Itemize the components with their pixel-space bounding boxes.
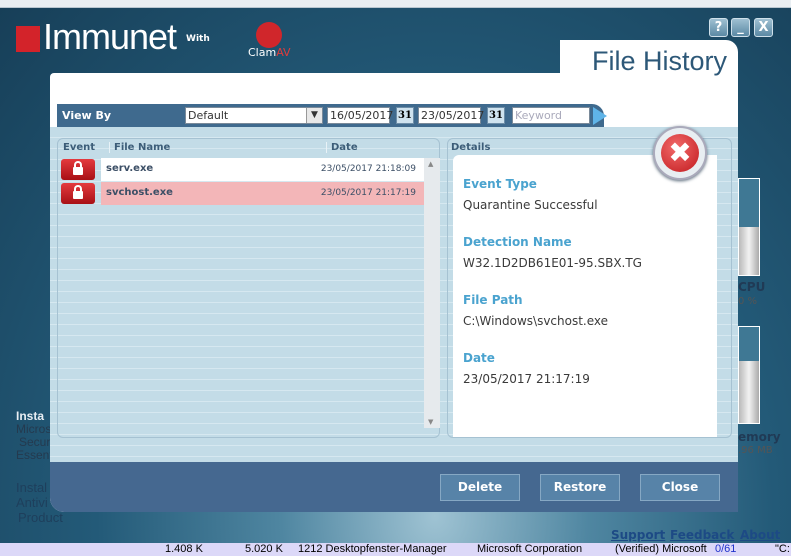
process-cell: 1.408 K (165, 543, 203, 555)
process-cell: "C: (775, 543, 790, 555)
calendar-to-icon[interactable]: 31 (487, 107, 505, 124)
process-cell: 0/61 (715, 543, 737, 555)
detail-label: Event Type (463, 177, 537, 191)
dialog-body: Event File Name Date serv.exe 23/05/2017… (50, 127, 738, 462)
immunet-logo-mark-icon (16, 26, 40, 52)
logo-with: With (186, 34, 210, 44)
close-dialog-button[interactable]: ✖ (653, 126, 707, 180)
process-cell: (Verified) Microsoft (615, 543, 707, 555)
memory-meter-fill (739, 360, 759, 423)
close-x-icon: ✖ (661, 134, 699, 172)
support-link[interactable]: Support (611, 528, 665, 542)
view-by-select[interactable]: Default ▼ (185, 107, 323, 124)
process-row[interactable]: 1.408 K 5.020 K 1212 Desktopfenster-Mana… (0, 543, 791, 556)
cpu-label: CPU (738, 280, 766, 294)
detail-label: Detection Name (463, 235, 572, 249)
view-by-label: View By (62, 109, 112, 122)
keyword-input[interactable]: Keyword (512, 107, 590, 124)
clamav-logo: ClamAV (248, 22, 291, 60)
help-button[interactable]: ? (709, 18, 728, 37)
detail-label: Date (463, 351, 495, 365)
process-cell: Microsoft Corporation (477, 543, 583, 555)
chevron-down-icon[interactable]: ▼ (306, 108, 322, 123)
dialog-footer: Delete Restore Close (50, 462, 738, 512)
column-header-date[interactable]: Date (326, 142, 358, 153)
column-header-event[interactable]: Event (63, 142, 95, 153)
immunet-logo: Immunet With (16, 16, 210, 57)
detail-value: Quarantine Successful (463, 198, 598, 212)
about-link[interactable]: About (740, 528, 780, 542)
scroll-down-icon[interactable]: ▼ (428, 418, 433, 426)
quarantine-lock-icon (61, 159, 95, 180)
clamav-text: Clam (248, 46, 277, 59)
quarantine-lock-icon (61, 183, 95, 204)
view-by-value: Default (188, 109, 229, 122)
close-window-button[interactable]: X (754, 18, 773, 37)
process-cell: 5.020 K (245, 543, 283, 555)
details-content: Event Type Quarantine Successful Detecti… (453, 155, 717, 437)
cpu-meter-fill (739, 227, 759, 275)
details-panel: Details Event Type Quarantine Successful… (447, 138, 732, 438)
event-date: 23/05/2017 21:18:09 (320, 164, 416, 174)
scroll-up-icon[interactable]: ▲ (428, 160, 433, 168)
memory-meter (738, 326, 760, 424)
detail-label: File Path (463, 293, 523, 307)
event-list: Event File Name Date serv.exe 23/05/2017… (57, 138, 440, 438)
file-history-dialog: View By Default ▼ 16/05/2017 31 23/05/201… (50, 73, 738, 512)
feedback-link[interactable]: Feedback (670, 528, 734, 542)
search-go-icon[interactable] (593, 107, 607, 125)
dialog-title: File History (592, 46, 728, 76)
side-line: Product (18, 510, 63, 525)
side-line: Essent (16, 448, 53, 462)
cpu-meter (738, 178, 760, 276)
detail-value: W32.1D2DB61E01-95.SBX.TG (463, 256, 642, 270)
table-row[interactable]: serv.exe 23/05/2017 21:18:09 (59, 158, 424, 181)
clamav-devil-icon (256, 22, 282, 48)
clamav-suffix: AV (276, 46, 291, 59)
cpu-value: 0 % (738, 296, 758, 307)
detail-value: 23/05/2017 21:17:19 (463, 372, 590, 386)
file-name: serv.exe (106, 163, 154, 174)
install-mse-text[interactable]: Insta Micros Secur Essent (16, 410, 53, 462)
detail-value: C:\Windows\svchost.exe (463, 314, 609, 328)
view-by-bar: View By Default ▼ 16/05/2017 31 23/05/201… (57, 104, 607, 127)
delete-button[interactable]: Delete (440, 474, 520, 501)
calendar-from-icon[interactable]: 31 (396, 107, 414, 124)
column-header-file-name[interactable]: File Name (109, 142, 170, 153)
file-name: svchost.exe (106, 187, 173, 198)
memory-value: .96 MB (738, 445, 773, 456)
table-row-selected[interactable]: svchost.exe 23/05/2017 21:17:19 (59, 182, 424, 205)
event-date: 23/05/2017 21:17:19 (320, 188, 416, 198)
list-scrollbar[interactable]: ▲ ▼ (424, 158, 440, 428)
minimize-button[interactable]: _ (731, 18, 750, 37)
restore-button[interactable]: Restore (540, 474, 620, 501)
close-button[interactable]: Close (640, 474, 720, 501)
background-window-strip (0, 0, 791, 8)
process-cell: 1212 Desktopfenster-Manager (298, 543, 447, 555)
logo-text: Immunet (43, 16, 177, 57)
date-from-input[interactable]: 16/05/2017 (327, 107, 393, 124)
memory-label: emory (738, 430, 781, 444)
details-title: Details (451, 142, 491, 153)
date-to-input[interactable]: 23/05/2017 (418, 107, 484, 124)
